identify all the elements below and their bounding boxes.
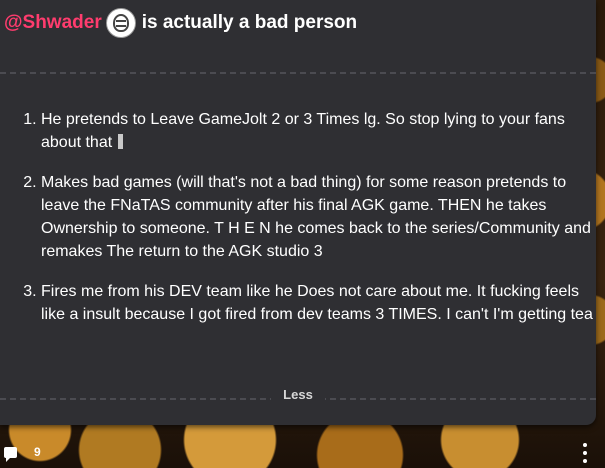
text-cursor bbox=[117, 134, 123, 149]
list-item: Fires me from his DEV team like he Does … bbox=[41, 280, 601, 326]
list-item: Makes bad games (will that's not a bad t… bbox=[41, 171, 601, 263]
less-toggle-row: Less bbox=[0, 386, 596, 404]
list-item: He pretends to Leave GameJolt 2 or 3 Tim… bbox=[41, 108, 601, 154]
less-button[interactable]: Less bbox=[271, 387, 325, 402]
post-headline: is actually a bad person bbox=[141, 12, 358, 33]
post-list: He pretends to Leave GameJolt 2 or 3 Tim… bbox=[0, 108, 601, 343]
divider-top bbox=[0, 72, 596, 74]
comment-count: 9 bbox=[34, 445, 41, 459]
more-vertical-icon[interactable] bbox=[582, 443, 588, 463]
user-avatar[interactable] bbox=[105, 8, 136, 38]
comment-icon bbox=[4, 446, 17, 462]
post-header: @Shwader is actually a bad person bbox=[4, 8, 357, 38]
comments-button[interactable]: 9 bbox=[4, 445, 41, 462]
user-mention-link[interactable]: @Shwader bbox=[4, 12, 102, 34]
post-card: @Shwader is actually a bad person He pre… bbox=[0, 0, 596, 425]
